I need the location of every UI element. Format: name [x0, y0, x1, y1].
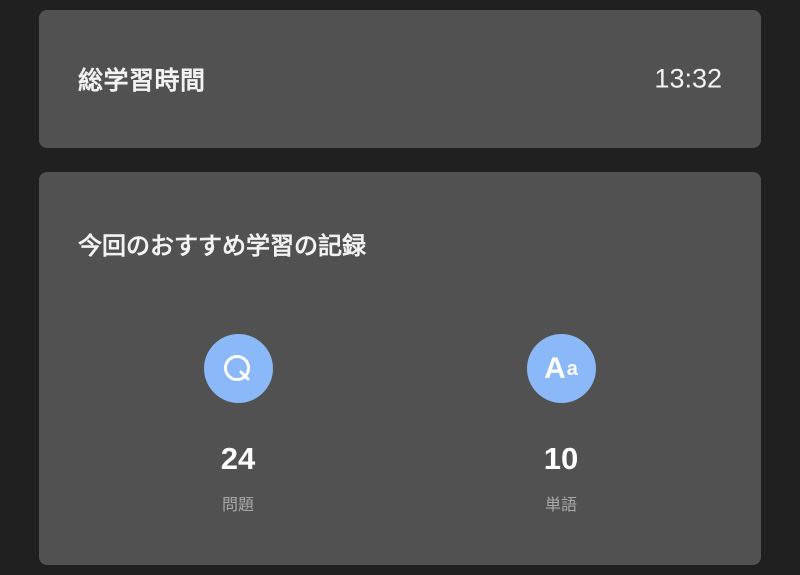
total-study-time-card: 総学習時間 13:32 [39, 10, 761, 148]
study-summary-screen: 総学習時間 13:32 今回のおすすめ学習の記録 24 問題 Aa 10 単語 [0, 0, 800, 575]
question-icon-glyph [224, 354, 250, 381]
total-study-time-label: 総学習時間 [78, 66, 206, 95]
words-label: 単語 [544, 495, 577, 514]
questions-label: 問題 [221, 495, 254, 514]
vocabulary-icon-letter-lower: a [566, 357, 578, 380]
vocabulary-icon: Aa [526, 334, 596, 403]
words-count: 10 [543, 441, 579, 476]
questions-count: 24 [220, 441, 256, 476]
recommended-study-record-card: 今回のおすすめ学習の記録 24 問題 Aa 10 単語 [39, 172, 761, 565]
questions-stat: 24 問題 [158, 334, 318, 513]
words-stat: Aa 10 単語 [481, 334, 641, 513]
vocabulary-icon-letter-upper: A [544, 351, 566, 385]
question-icon [203, 334, 273, 403]
recommended-study-record-title: 今回のおすすめ学習の記録 [78, 232, 366, 260]
total-study-time-value: 13:32 [654, 63, 722, 94]
